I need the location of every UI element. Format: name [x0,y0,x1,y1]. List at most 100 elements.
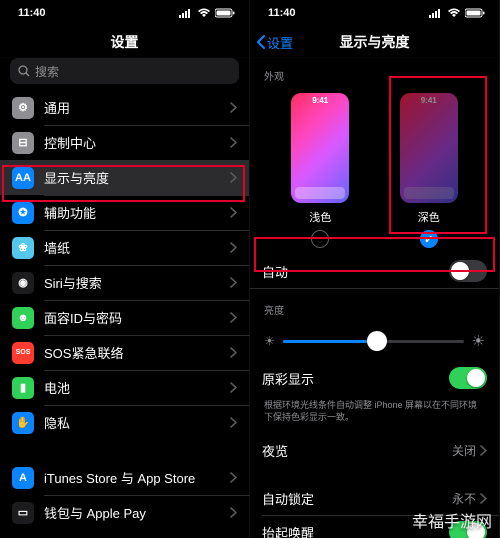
nav-header: 设置 显示与亮度 [250,26,499,58]
faceid-icon: ☻ [12,307,34,329]
appearance-label-dark: 深色 [418,209,440,225]
signal-icon [429,8,443,18]
battery-icon: ▮ [12,377,34,399]
search-placeholder: 搜索 [35,63,59,80]
row-night-shift[interactable]: 夜览 关闭 [250,433,499,467]
sos-icon: SOS [12,342,34,364]
sidebar-item-control[interactable]: ⊟ 控制中心 [0,125,249,160]
appearance-option-light[interactable]: 9:41 浅色 [275,93,365,248]
itunes-icon: A [12,467,34,489]
row-label: 夜览 [262,441,452,460]
chevron-right-icon [230,277,237,288]
privacy-icon: ✋ [12,412,34,434]
toggle-true-tone[interactable] [449,367,487,389]
status-time: 11:40 [18,7,46,19]
sidebar-item-sos[interactable]: SOS SOS紧急联络 [0,335,249,370]
toggle-auto[interactable] [449,260,487,282]
chevron-right-icon [230,102,237,113]
access-icon: ✪ [12,202,34,224]
siri-icon: ◉ [12,272,34,294]
sidebar-item-label: 通用 [44,98,230,117]
status-indicators [179,8,235,18]
row-raise-to-wake[interactable]: 抬起唤醒 [250,515,499,538]
wallet-icon: ▭ [12,502,34,524]
chevron-right-icon [230,472,237,483]
chevron-right-icon [480,493,487,504]
phone-left: 11:40 设置 搜索 ⚙ 通用 ⊟ 控制中心 AA显示与亮度✪辅助功能❀墙纸 ◉ Siri… [0,0,250,538]
chevron-right-icon [230,312,237,323]
row-label: 自动锁定 [262,489,452,508]
radio-dark[interactable] [420,230,438,248]
search-input[interactable]: 搜索 [10,58,239,84]
back-button[interactable]: 设置 [256,26,293,58]
wallpaper-icon: ❀ [12,237,34,259]
radio-light[interactable] [311,230,329,248]
chevron-right-icon [230,137,237,148]
search-wrap: 搜索 [0,58,249,90]
toggle-raise-to-wake[interactable] [449,521,487,538]
search-icon [18,65,30,77]
status-indicators [429,8,485,18]
status-bar: 11:40 [250,0,499,26]
sidebar-item-display[interactable]: AA显示与亮度 [0,160,249,195]
row-true-tone[interactable]: 原彩显示 [250,361,499,395]
sidebar-item-privacy[interactable]: ✋隐私 [0,405,249,440]
sidebar-item-label: 电池 [44,378,230,397]
section-header-brightness: 亮度 [250,288,499,321]
chevron-right-icon [230,242,237,253]
back-label: 设置 [267,33,293,52]
sidebar-item-label: 面容ID与密码 [44,308,230,327]
sidebar-item-label: SOS紧急联络 [44,343,230,362]
general-icon: ⚙ [12,97,34,119]
signal-icon [179,8,193,18]
display-icon: AA [12,167,34,189]
page-title: 设置 [111,32,139,52]
row-detail: 永不 [452,490,476,507]
chevron-left-icon [256,34,266,50]
chevron-right-icon [230,382,237,393]
sidebar-item-general[interactable]: ⚙ 通用 [0,90,249,125]
row-label: 原彩显示 [262,369,449,388]
chevron-right-icon [230,172,237,183]
sidebar-item-itunes[interactable]: AiTunes Store 与 App Store [0,460,249,495]
sidebar-item-battery[interactable]: ▮ 电池 [0,370,249,405]
sidebar-item-siri[interactable]: ◉ Siri与搜索 [0,265,249,300]
brightness-slider[interactable] [283,340,464,343]
section-header-appearance: 外观 [250,58,499,87]
chevron-right-icon [230,417,237,428]
sun-large-icon: ☀ [472,332,485,350]
sidebar-item-access[interactable]: ✪辅助功能 [0,195,249,230]
sidebar-item-wallpaper[interactable]: ❀墙纸 [0,230,249,265]
appearance-picker: 9:41 浅色 9:41 深色 [250,87,499,254]
thumb-time: 9:41 [400,93,458,107]
page-title: 显示与亮度 [340,32,410,52]
appearance-option-dark[interactable]: 9:41 深色 [384,93,474,248]
row-auto[interactable]: 自动 [250,254,499,288]
nav-header: 设置 [0,26,249,58]
wifi-icon [197,8,211,18]
chevron-right-icon [230,507,237,518]
status-time: 11:40 [268,7,296,19]
phone-right: 11:40 设置 显示与亮度 外观 9:41 浅色 [250,0,500,538]
wifi-icon [447,8,461,18]
sidebar-item-label: 控制中心 [44,133,230,152]
chevron-right-icon [480,445,487,456]
settings-list: ⚙ 通用 ⊟ 控制中心 AA显示与亮度✪辅助功能❀墙纸 ◉ Siri与搜索 ☻ 面容ID与密码 S… [0,90,249,538]
sidebar-item-label: 钱包与 Apple Pay [44,503,230,522]
control-icon: ⊟ [12,132,34,154]
row-label: 抬起唤醒 [262,523,449,538]
sidebar-item-faceid[interactable]: ☻ 面容ID与密码 [0,300,249,335]
chevron-right-icon [230,347,237,358]
sun-small-icon: ☀ [264,334,275,348]
appearance-label-light: 浅色 [309,209,331,225]
true-tone-footer: 根据环境光线条件自动调整 iPhone 屏幕以在不同环境下保持色彩显示一致。 [250,395,499,433]
thumb-dark: 9:41 [400,93,458,203]
row-auto-lock[interactable]: 自动锁定 永不 [250,481,499,515]
thumb-time: 9:41 [291,93,349,107]
sidebar-item-wallet[interactable]: ▭ 钱包与 Apple Pay [0,495,249,530]
row-detail: 关闭 [452,442,476,459]
row-label: 自动 [262,262,449,281]
display-settings-body: 外观 9:41 浅色 9:41 深色 自动 [250,58,499,538]
chevron-right-icon [230,207,237,218]
sidebar-item-label: Siri与搜索 [44,273,230,292]
